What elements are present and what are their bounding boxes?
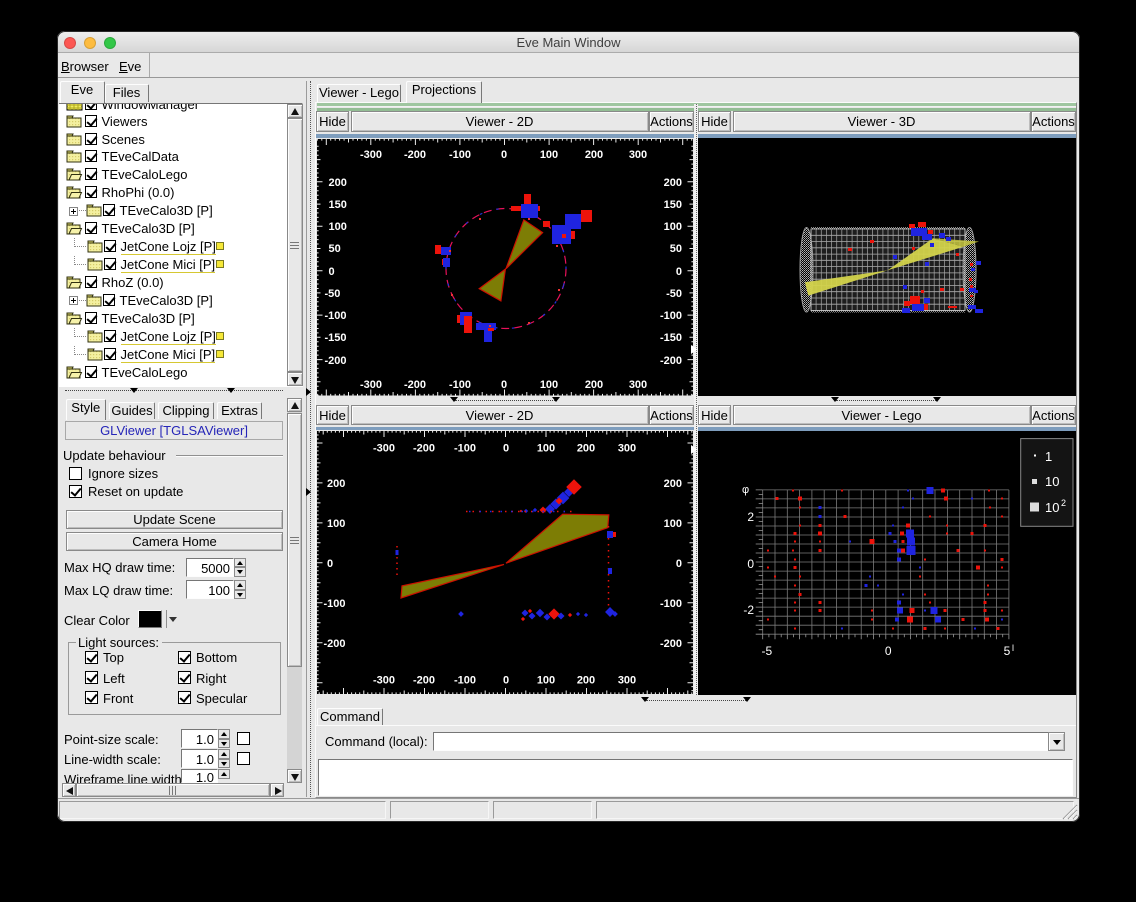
svg-text:200: 200 [585,149,603,161]
svg-text:-300: -300 [360,149,382,161]
svg-text:-100: -100 [449,379,471,391]
svg-text:100: 100 [537,443,555,455]
svg-text:100: 100 [664,518,682,530]
svg-text:0: 0 [747,557,754,571]
svg-text:-150: -150 [325,332,347,344]
svg-text:-5: -5 [761,644,772,658]
svg-text:-50: -50 [325,288,341,300]
svg-text:1: 1 [1045,449,1052,464]
svg-text:200: 200 [577,675,595,687]
svg-text:-300: -300 [373,675,395,687]
svg-text:0: 0 [503,443,509,455]
svg-text:-300: -300 [373,443,395,455]
svg-text:-150: -150 [660,332,682,344]
svg-text:0: 0 [676,266,682,278]
svg-text:100: 100 [327,518,345,530]
svg-text:-200: -200 [660,355,682,367]
svg-text:-100: -100 [660,598,682,610]
svg-text:300: 300 [629,149,647,161]
svg-text:0: 0 [501,149,507,161]
svg-text:-100: -100 [324,598,346,610]
svg-text:-200: -200 [324,638,346,650]
svg-text:150: 150 [329,199,347,211]
svg-text:2: 2 [1061,498,1066,508]
svg-text:100: 100 [540,149,558,161]
svg-text:0: 0 [885,644,892,658]
svg-text:100: 100 [540,379,558,391]
svg-text:-200: -200 [404,149,426,161]
svg-text:200: 200 [577,443,595,455]
svg-text:100: 100 [329,221,347,233]
svg-text:300: 300 [629,379,647,391]
svg-text:0: 0 [329,266,335,278]
svg-text:0: 0 [676,558,682,570]
svg-text:50: 50 [329,243,341,255]
svg-text:-200: -200 [413,443,435,455]
svg-text:-50: -50 [666,288,682,300]
svg-text:200: 200 [585,379,603,391]
svg-text:-200: -200 [660,638,682,650]
svg-text:100: 100 [664,221,682,233]
svg-text:5: 5 [1004,644,1011,658]
svg-text:0: 0 [327,558,333,570]
svg-text:l: l [1012,643,1014,653]
svg-text:300: 300 [618,675,636,687]
svg-text:-100: -100 [449,149,471,161]
svg-text:10: 10 [1045,474,1059,489]
svg-text:-200: -200 [413,675,435,687]
svg-text:300: 300 [618,443,636,455]
svg-text:-2: -2 [743,603,754,617]
svg-text:-200: -200 [404,379,426,391]
svg-text:-200: -200 [325,355,347,367]
svg-text:200: 200 [664,177,682,189]
svg-text:2: 2 [747,510,754,524]
svg-text:150: 150 [664,199,682,211]
svg-text:10: 10 [1045,500,1059,515]
svg-text:0: 0 [501,379,507,391]
svg-text:50: 50 [670,243,682,255]
svg-text:-100: -100 [660,310,682,322]
svg-text:200: 200 [327,478,345,490]
svg-text:φ: φ [742,484,749,496]
svg-text:200: 200 [329,177,347,189]
svg-text:100: 100 [537,675,555,687]
svg-text:-100: -100 [454,675,476,687]
svg-text:-100: -100 [325,310,347,322]
svg-text:200: 200 [664,478,682,490]
svg-text:-300: -300 [360,379,382,391]
svg-text:0: 0 [503,675,509,687]
svg-text:-100: -100 [454,443,476,455]
